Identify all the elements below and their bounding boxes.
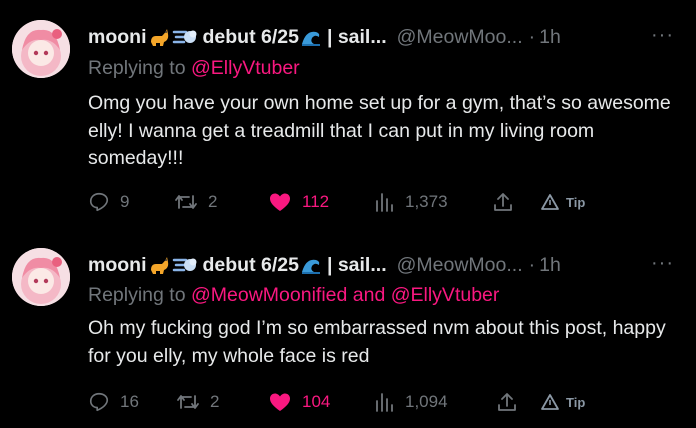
tweet[interactable]: mooni debut 6/25 | sail... @MeowMoo... ·… <box>0 224 696 428</box>
share-icon <box>494 193 512 211</box>
reply-button[interactable]: 16 <box>88 388 139 416</box>
cat-icon <box>148 26 170 48</box>
separator-dot: · <box>528 253 536 276</box>
like-button[interactable]: 112 <box>268 188 329 216</box>
tweet[interactable]: mooni debut 6/25 | sail... @MeowMoo... ·… <box>0 0 696 224</box>
separator-dot: · <box>528 25 536 48</box>
cat-icon <box>148 254 170 276</box>
retweet-icon <box>177 395 199 409</box>
replying-to: Replying to @MeowMoonified and @EllyVtub… <box>88 284 500 306</box>
share-button[interactable] <box>492 188 514 216</box>
views-button[interactable]: 1,373 <box>373 188 448 216</box>
views-icon <box>376 193 393 212</box>
timestamp[interactable]: 1h <box>539 26 561 49</box>
views-button[interactable]: 1,094 <box>373 388 448 416</box>
tweet-text: Oh my fucking god I’m so embarrassed nvm… <box>88 317 666 367</box>
retweet-button[interactable]: 2 <box>176 388 219 416</box>
tweet-text: Omg you have your own home set up for a … <box>88 92 671 169</box>
handle[interactable]: @MeowMoo... <box>397 26 523 49</box>
action-bar: 9 2 112 1,373 Tip <box>88 188 648 216</box>
display-name[interactable]: mooni debut 6/25 | sail... <box>88 26 387 49</box>
avatar[interactable] <box>12 20 70 78</box>
reply-mention-link[interactable]: @MeowMoonified and @EllyVtuber <box>191 284 499 306</box>
views-icon <box>376 393 393 412</box>
heart-icon <box>270 393 290 411</box>
retweet-button[interactable]: 2 <box>174 188 217 216</box>
handle[interactable]: @MeowMoo... <box>397 254 523 277</box>
dash-icon <box>172 26 198 48</box>
tip-button[interactable]: Tip <box>540 388 585 416</box>
heart-icon <box>270 193 290 211</box>
tweet-header: mooni debut 6/25 | sail... @MeowMoo... ·… <box>88 24 648 50</box>
action-bar: 16 2 104 1,094 Tip <box>88 388 648 416</box>
tweet-header: mooni debut 6/25 | sail... @MeowMoo... ·… <box>88 252 648 278</box>
reply-mention-link[interactable]: @EllyVtuber <box>191 57 300 79</box>
display-name[interactable]: mooni debut 6/25 | sail... <box>88 254 387 277</box>
like-button[interactable]: 104 <box>268 388 330 416</box>
tip-icon <box>541 194 559 210</box>
timestamp[interactable]: 1h <box>539 254 561 277</box>
retweet-icon <box>175 195 197 209</box>
replying-to: Replying to @EllyVtuber <box>88 57 300 79</box>
dash-icon <box>172 254 198 276</box>
more-icon[interactable]: ··· <box>651 24 674 47</box>
more-icon[interactable]: ··· <box>651 252 674 275</box>
reply-button[interactable]: 9 <box>88 188 129 216</box>
tip-button[interactable]: Tip <box>540 188 585 216</box>
wave-icon <box>300 26 322 48</box>
tip-icon <box>541 394 559 410</box>
reply-icon <box>89 192 109 212</box>
share-button[interactable] <box>496 388 518 416</box>
avatar[interactable] <box>12 248 70 306</box>
share-icon <box>498 393 516 411</box>
wave-icon <box>300 254 322 276</box>
reply-icon <box>89 392 109 412</box>
